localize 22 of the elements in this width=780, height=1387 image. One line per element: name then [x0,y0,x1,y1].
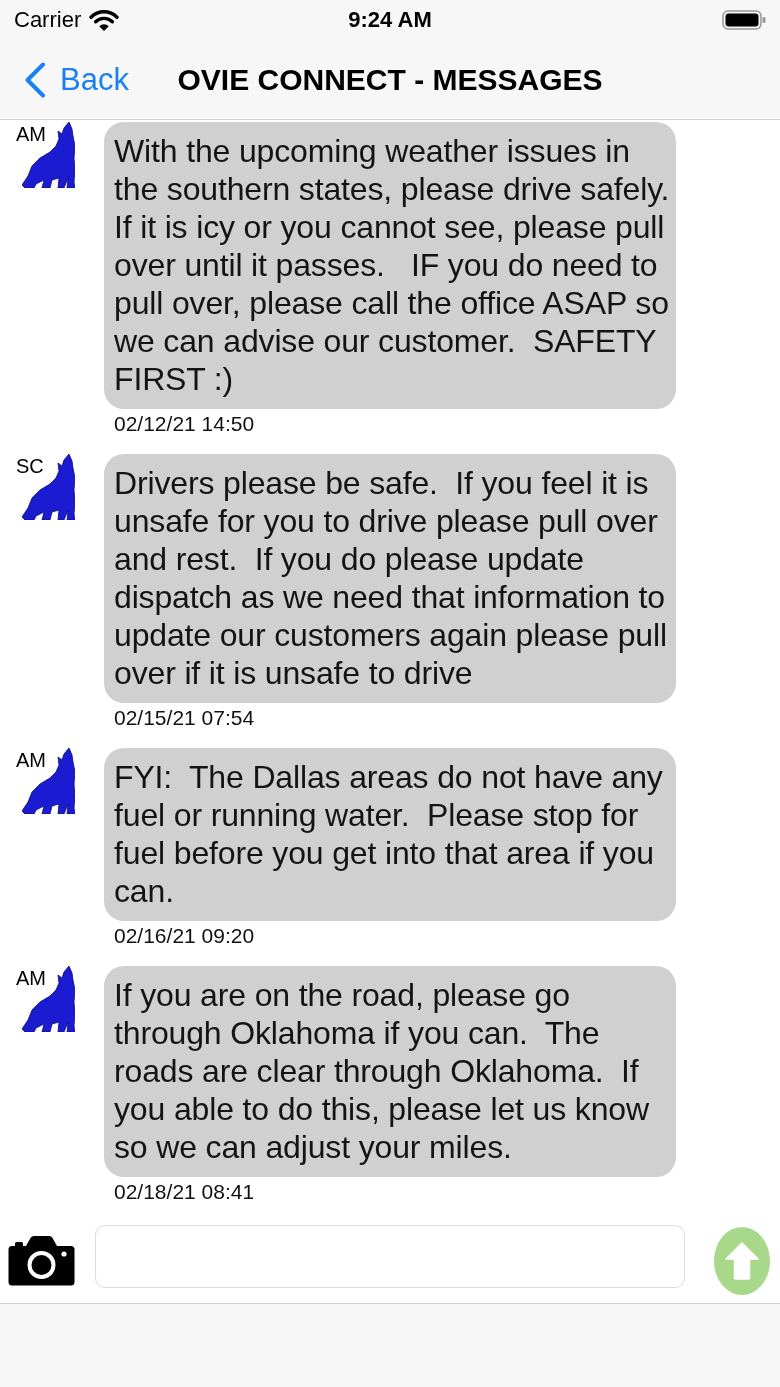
message-text: If you are on the road, please go through Oklahoma if you can. The roads are clear through Oklahoma. If you able to do this, please let us know so we can adjust your miles. [114,976,650,1166]
battery-icon [722,10,766,30]
message-timestamp: 02/18/21 08:41 [114,1180,255,1204]
sender-initials: SC [16,456,44,476]
up-arrow-icon [725,1242,759,1280]
wifi-icon [89,9,120,31]
back-button[interactable]: Back [24,61,129,98]
sender-initials: AM [16,750,46,770]
message-text: With the upcoming weather issues in the southern states, please drive safely. If it is icy or you cannot see, please pull over until it passes. IF you do need to pull over, please call the office ASAP so we can advise our customer. SAFETY FIRST :) [114,132,670,398]
sender-initials: AM [16,968,46,988]
message-timestamp: 02/12/21 14:50 [114,412,255,436]
message-timestamp: 02/16/21 09:20 [114,924,255,948]
message-timestamp: 02/15/21 07:54 [114,706,255,730]
sender-initials: AM [16,124,46,144]
camera-icon[interactable] [8,1234,75,1286]
message-text: FYI: The Dallas areas do not have any fuel or running water. Please stop for fuel before you get into that area if you can. [114,758,664,910]
chevron-left-icon [24,61,46,98]
carrier-name: Carrier [14,7,82,33]
screen-title: OVIE CONNECT - MESSAGES [177,62,603,97]
message-input[interactable] [95,1224,685,1288]
message-text: Drivers please be safe. If you feel it is unsafe for you to drive please pull over and rest. If you do please update dispatch as we need that information to update our customers again please pull over if it is unsafe to drive [114,464,668,692]
status-time: 9:24 AM [348,7,432,33]
